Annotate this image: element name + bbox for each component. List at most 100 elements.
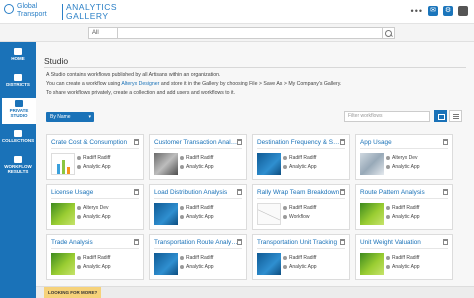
- filter-workflows-input[interactable]: Filter workflows: [344, 111, 430, 122]
- owner-avatar-icon: [180, 256, 184, 260]
- workflow-thumbnail: [257, 153, 281, 175]
- trash-icon[interactable]: [134, 139, 139, 145]
- trash-icon[interactable]: [443, 189, 448, 195]
- sidebar-item-collections[interactable]: COLLECTIONS: [0, 128, 36, 150]
- workflow-thumbnail: [51, 203, 75, 225]
- owner-avatar-icon: [180, 156, 184, 160]
- workflow-type: Analytic App: [83, 264, 111, 270]
- title-divider: [44, 67, 466, 68]
- workflow-card[interactable]: Destination Frequency & Summ... Radiff Ra…: [252, 134, 350, 180]
- app-header: Global Transport ANALYTICS GALLERY ••• ✉…: [0, 0, 474, 24]
- trash-icon[interactable]: [134, 189, 139, 195]
- app-type-icon: [386, 265, 390, 269]
- app-title-line2: GALLERY: [66, 11, 109, 21]
- workflow-card-title[interactable]: Transportation Route Analysis: [154, 239, 238, 246]
- workflow-card-title[interactable]: Rally Wrap Team Breakdown: [257, 189, 341, 196]
- trash-icon[interactable]: [134, 239, 139, 245]
- sidebar-item-private-studio[interactable]: PRIVATE STUDIO: [0, 98, 36, 124]
- logo-line2: Transport: [17, 11, 47, 18]
- workflow-type: Analytic App: [392, 264, 420, 270]
- workflow-owner: Alteryx Dev: [83, 205, 109, 211]
- alteryx-designer-link[interactable]: Alteryx Designer: [121, 81, 159, 87]
- trash-icon[interactable]: [237, 139, 242, 145]
- trash-icon[interactable]: [237, 239, 242, 245]
- workflow-card[interactable]: Trade Analysis Radiff Radiff Analytic App: [46, 234, 144, 280]
- card-divider: [360, 198, 448, 199]
- workflow-thumbnail: [257, 203, 281, 225]
- app-type-icon: [386, 215, 390, 219]
- settings-icon[interactable]: ⚙: [443, 6, 453, 16]
- workflow-card-title[interactable]: Destination Frequency & Summ...: [257, 139, 341, 146]
- workflow-owner: Radiff Radiff: [186, 155, 214, 161]
- list-view-icon[interactable]: [449, 110, 462, 122]
- card-divider: [257, 248, 345, 249]
- trash-icon[interactable]: [443, 239, 448, 245]
- user-icon[interactable]: [458, 6, 468, 16]
- page-title: Studio: [44, 56, 69, 66]
- workflow-card[interactable]: Transportation Route Analysis Radiff Radi…: [149, 234, 247, 280]
- sidebar-item-label: COLLECTIONS: [1, 138, 35, 143]
- sidebar-item-workflow-results[interactable]: WORKFLOW RESULTS: [0, 154, 36, 180]
- trash-icon[interactable]: [443, 139, 448, 145]
- workflow-type: Analytic App: [83, 214, 111, 220]
- sort-dropdown-label: By Name: [50, 114, 71, 120]
- workflow-card[interactable]: Transportation Unit Tracking Radiff Radif…: [252, 234, 350, 280]
- workflow-card-title[interactable]: License Usage: [51, 189, 135, 196]
- card-divider: [360, 248, 448, 249]
- workflow-owner: Radiff Radiff: [392, 205, 420, 211]
- notifications-icon[interactable]: ✉: [428, 6, 438, 16]
- sort-dropdown[interactable]: By Name ▾: [46, 112, 94, 122]
- workflow-card[interactable]: Rally Wrap Team Breakdown Radiff Radiff Wo…: [252, 184, 350, 230]
- owner-avatar-icon: [283, 156, 287, 160]
- search-icon[interactable]: [383, 27, 395, 39]
- logo-line1: Global: [17, 3, 38, 10]
- workflow-card-title[interactable]: Crate Cost & Consumption: [51, 139, 135, 146]
- description-line1: A Studio contains workflows published by…: [46, 72, 221, 78]
- workflow-type: Analytic App: [289, 164, 317, 170]
- workflow-owner: Radiff Radiff: [83, 255, 111, 261]
- search-input[interactable]: [118, 27, 383, 39]
- workflow-thumbnail: [154, 203, 178, 225]
- workflow-card[interactable]: Load Distribution Analysis Radiff Radiff A…: [149, 184, 247, 230]
- workflow-card-title[interactable]: Trade Analysis: [51, 239, 135, 246]
- workflow-card-title[interactable]: App Usage: [360, 139, 444, 146]
- workflow-card[interactable]: Crate Cost & Consumption Radiff Radiff Ana…: [46, 134, 144, 180]
- app-type-icon: [180, 215, 184, 219]
- trash-icon[interactable]: [340, 239, 345, 245]
- sidebar-item-label: WORKFLOW RESULTS: [4, 164, 32, 174]
- app-type-icon: [77, 165, 81, 169]
- workflow-card-title[interactable]: Load Distribution Analysis: [154, 189, 238, 196]
- description-text: and store it in the Gallery by choosing …: [159, 81, 342, 87]
- owner-avatar-icon: [386, 156, 390, 160]
- workflow-card-title[interactable]: Unit Weight Valuation: [360, 239, 444, 246]
- description-text: You can create a workflow using: [46, 81, 122, 87]
- workflow-thumbnail: [360, 153, 384, 175]
- more-icon[interactable]: •••: [411, 6, 423, 16]
- grid-view-icon[interactable]: [434, 110, 447, 122]
- workflow-type: Analytic App: [186, 264, 214, 270]
- workflow-card[interactable]: App Usage Alteryx Dev Analytic App: [355, 134, 453, 180]
- workflow-owner: Radiff Radiff: [186, 255, 214, 261]
- trash-icon[interactable]: [340, 139, 345, 145]
- workflow-card-title[interactable]: Customer Transaction Analysis: [154, 139, 238, 146]
- card-divider: [51, 248, 139, 249]
- card-divider: [154, 148, 242, 149]
- sidebar-item-home[interactable]: HOME: [0, 46, 36, 68]
- sidebar-item-districts[interactable]: DISTRICTS: [0, 72, 36, 94]
- description-line3: To share workflows privately, create a c…: [46, 90, 236, 96]
- search-scope-select[interactable]: All: [88, 27, 118, 39]
- workflow-card[interactable]: Customer Transaction Analysis Radiff Radi…: [149, 134, 247, 180]
- workflow-card[interactable]: License Usage Alteryx Dev Analytic App: [46, 184, 144, 230]
- workflow-card-title[interactable]: Transportation Unit Tracking: [257, 239, 341, 246]
- looking-for-more-tab[interactable]: LOOKING FOR MORE?: [44, 287, 102, 298]
- trash-icon[interactable]: [237, 189, 242, 195]
- workflow-card[interactable]: Route Pattern Analysis Radiff Radiff Analy…: [355, 184, 453, 230]
- workflow-card[interactable]: Unit Weight Valuation Radiff Radiff Analyt…: [355, 234, 453, 280]
- workflow-owner: Radiff Radiff: [289, 255, 317, 261]
- company-logo[interactable]: Global Transport: [4, 3, 64, 21]
- workflow-card-title[interactable]: Route Pattern Analysis: [360, 189, 444, 196]
- trash-icon[interactable]: [340, 189, 345, 195]
- card-divider: [51, 198, 139, 199]
- owner-avatar-icon: [386, 256, 390, 260]
- workflow-owner: Alteryx Dev: [392, 155, 418, 161]
